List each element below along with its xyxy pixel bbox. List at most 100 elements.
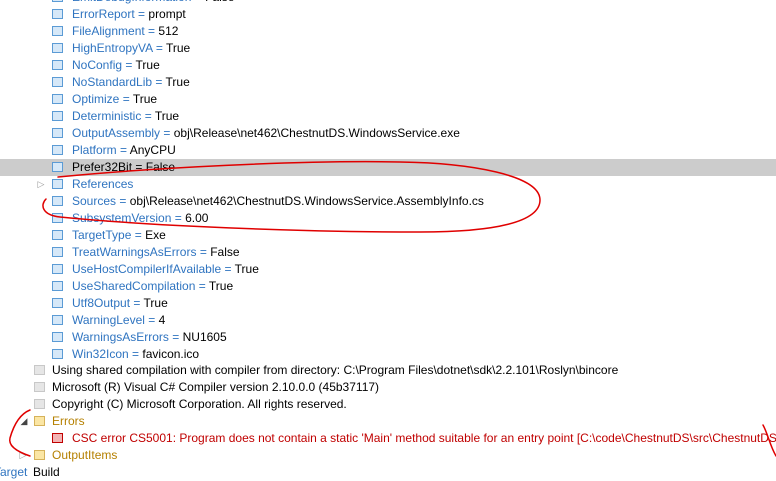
property-value: True	[135, 58, 160, 72]
property-text: Utf8Output = True	[72, 295, 168, 312]
property-key: ErrorReport	[72, 7, 135, 21]
property-icon	[52, 315, 63, 325]
property-text: NoStandardLib = True	[72, 74, 190, 91]
property-row-noconfig[interactable]: NoConfig = True	[0, 57, 776, 74]
property-row-usehostcompilerifavailable[interactable]: UseHostCompilerIfAvailable = True	[0, 261, 776, 278]
property-icon	[52, 94, 63, 104]
property-row-highentropyva[interactable]: HighEntropyVA = True	[0, 40, 776, 57]
equals-sign: =	[119, 194, 127, 208]
equals-sign: =	[135, 160, 143, 174]
errors-folder-row[interactable]: ◢ Errors	[0, 413, 776, 430]
equals-sign: =	[134, 228, 142, 242]
message-text: Copyright (C) Microsoft Corporation. All…	[52, 397, 347, 411]
property-row-subsystemversion[interactable]: SubsystemVersion = 6.00	[0, 210, 776, 227]
property-row-warningsaserrors[interactable]: WarningsAsErrors = NU1605	[0, 329, 776, 346]
equals-sign: =	[148, 24, 156, 38]
property-icon	[52, 196, 63, 206]
property-key: WarningsAsErrors	[72, 330, 169, 344]
message-row[interactable]: Using shared compilation with compiler f…	[0, 362, 776, 379]
error-icon	[52, 433, 63, 443]
expand-arrow-icon[interactable]: ▷	[36, 176, 46, 193]
property-icon	[52, 128, 63, 138]
property-row-utf8output[interactable]: Utf8Output = True	[0, 295, 776, 312]
property-key: NoConfig	[72, 58, 123, 72]
error-text: CSC error CS5001: Program does not conta…	[72, 431, 776, 445]
property-row-optimize[interactable]: Optimize = True	[0, 91, 776, 108]
folder-icon	[34, 450, 45, 460]
property-value: False	[210, 245, 240, 259]
property-text: Win32Icon = favicon.ico	[72, 346, 199, 363]
property-row-prefer32bit[interactable]: Prefer32Bit = False	[0, 159, 776, 176]
property-key: SubsystemVersion	[72, 211, 172, 225]
property-text: TargetType = Exe	[72, 227, 166, 244]
property-row-references[interactable]: ▷ References	[0, 176, 776, 193]
property-key: UseSharedCompilation	[72, 279, 196, 293]
output-items-folder-row[interactable]: ▷ OutputItems	[0, 447, 776, 464]
collapse-arrow-icon[interactable]: ◢	[19, 413, 29, 430]
property-text: Platform = AnyCPU	[72, 142, 176, 159]
property-text: References	[72, 176, 133, 193]
property-key: Sources	[72, 194, 117, 208]
property-value: False	[205, 0, 234, 4]
message-row[interactable]: Copyright (C) Microsoft Corporation. All…	[0, 396, 776, 413]
property-icon	[52, 162, 63, 172]
property-row-errorreport[interactable]: ErrorReport = prompt	[0, 6, 776, 23]
property-key: FileAlignment	[72, 24, 145, 38]
property-text: TreatWarningsAsErrors = False	[72, 244, 240, 261]
property-row-nostandardlib[interactable]: NoStandardLib = True	[0, 74, 776, 91]
equals-sign: =	[144, 109, 152, 123]
equals-sign: =	[122, 92, 130, 106]
property-row-targettype[interactable]: TargetType = Exe	[0, 227, 776, 244]
error-row[interactable]: CSC error CS5001: Program does not conta…	[0, 430, 776, 447]
property-value: 512	[158, 24, 179, 38]
property-value: obj\Release\net462\ChestnutDS.WindowsSer…	[173, 126, 460, 140]
target-name: Build	[33, 465, 60, 479]
equals-sign: =	[174, 211, 182, 225]
property-row-treatwarningsaserrors[interactable]: TreatWarningsAsErrors = False	[0, 244, 776, 261]
property-key: TargetType	[72, 228, 132, 242]
property-key: EmitDebugInformation	[72, 0, 191, 4]
property-value: True	[208, 279, 234, 293]
property-key: Utf8Output	[72, 296, 131, 310]
message-row[interactable]: Microsoft (R) Visual C# Compiler version…	[0, 379, 776, 396]
expand-arrow-icon[interactable]: ▷	[18, 447, 28, 464]
property-text: UseHostCompilerIfAvailable = True	[72, 261, 259, 278]
property-value: False	[145, 160, 176, 174]
equals-sign: =	[148, 313, 156, 327]
property-text: HighEntropyVA = True	[72, 40, 190, 57]
property-text: Deterministic = True	[72, 108, 179, 125]
equals-sign: =	[224, 262, 232, 276]
property-row-deterministic[interactable]: Deterministic = True	[0, 108, 776, 125]
property-text: OutputAssembly = obj\Release\net462\Ches…	[72, 125, 460, 142]
target-build-row[interactable]: Target Build	[0, 464, 776, 481]
property-value: prompt	[148, 7, 186, 21]
property-text: ErrorReport = prompt	[72, 6, 186, 23]
property-icon	[52, 111, 63, 121]
message-text: Using shared compilation with compiler f…	[52, 363, 619, 377]
property-value: 6.00	[185, 211, 209, 225]
equals-sign: =	[172, 330, 180, 344]
property-value: True	[165, 41, 191, 55]
property-row-filealignment[interactable]: FileAlignment = 512	[0, 23, 776, 40]
property-row-warninglevel[interactable]: WarningLevel = 4	[0, 312, 776, 329]
property-row-platform[interactable]: Platform = AnyCPU	[0, 142, 776, 159]
equals-sign: =	[132, 347, 140, 361]
errors-folder-label: Errors	[52, 414, 85, 428]
property-row-sources[interactable]: Sources = obj\Release\net462\ChestnutDS.…	[0, 193, 776, 210]
equals-sign: =	[125, 58, 133, 72]
message-icon	[34, 365, 45, 375]
property-key: Prefer32Bit	[72, 160, 133, 174]
property-text: Prefer32Bit = False	[72, 159, 175, 176]
property-icon	[52, 247, 63, 257]
property-text: WarningsAsErrors = NU1605	[72, 329, 227, 346]
property-icon	[52, 230, 63, 240]
property-icon	[52, 179, 63, 189]
property-row-usesharedcompilation[interactable]: UseSharedCompilation = True	[0, 278, 776, 295]
output-items-folder-label: OutputItems	[52, 448, 118, 462]
property-text: SubsystemVersion = 6.00	[72, 210, 208, 227]
property-row-win32icon[interactable]: Win32Icon = favicon.ico	[0, 346, 776, 363]
property-icon	[52, 77, 63, 87]
property-text: Sources = obj\Release\net462\ChestnutDS.…	[72, 193, 484, 210]
folder-icon	[34, 416, 45, 426]
property-row-outputassembly[interactable]: OutputAssembly = obj\Release\net462\Ches…	[0, 125, 776, 142]
